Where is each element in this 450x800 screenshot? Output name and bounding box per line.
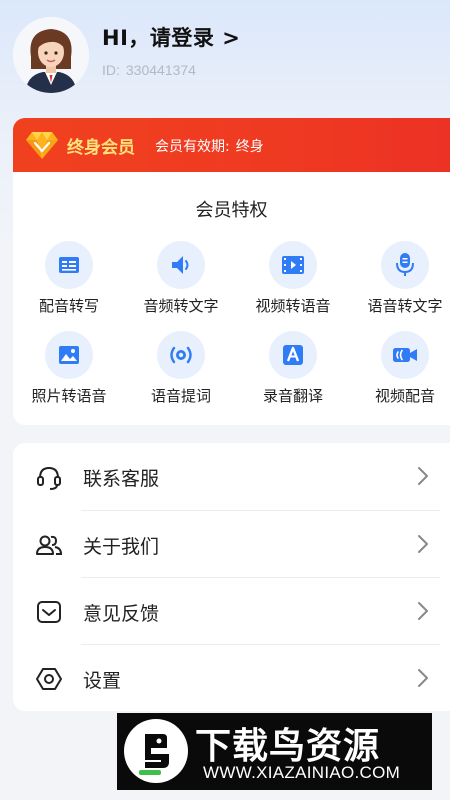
menu-item-label: 意见反馈: [83, 603, 160, 625]
translate-a-icon: [269, 331, 317, 379]
user-id: ID: 330441374: [102, 62, 196, 78]
avatar[interactable]: [13, 17, 89, 93]
privilege-label: 语音转文字: [367, 297, 443, 315]
menu-item-label: 设置: [83, 670, 122, 692]
privilege-audio-to-text[interactable]: 音频转文字: [125, 241, 237, 321]
settings-menu: 联系客服 关于我们 意见反馈 设置: [13, 443, 450, 711]
watermark-url: WWW.XIAZAINIAO.COM: [203, 763, 401, 782]
menu-item-feedback[interactable]: 意见反馈: [13, 578, 450, 645]
speaker-icon: [157, 241, 205, 289]
privilege-speech-to-text[interactable]: 语音转文字: [349, 241, 450, 321]
profile-header: HI，请登录 > ID: 330441374: [0, 0, 450, 110]
menu-item-label: 联系客服: [83, 468, 160, 490]
video-camera-icon: [381, 331, 429, 379]
headset-icon: [37, 466, 61, 490]
chevron-right-icon: [418, 669, 428, 687]
chevron-right-icon: [418, 602, 428, 620]
privilege-dubbing-transcribe[interactable]: 配音转写: [13, 241, 125, 321]
image-icon: [45, 331, 93, 379]
membership-banner[interactable]: 终身会员 会员有效期: 终身: [13, 118, 450, 172]
privilege-label: 语音提词: [150, 387, 211, 405]
membership-title: 终身会员: [67, 138, 135, 158]
membership-card: 终身会员 会员有效期: 终身 会员特权 配音转写 音频转文字 视频转语音 语音转…: [13, 118, 450, 425]
chevron-right-icon: [418, 535, 428, 553]
film-play-icon: [269, 241, 317, 289]
watermark-title: 下载鸟资源: [195, 726, 381, 767]
privilege-label: 配音转写: [38, 297, 99, 315]
menu-item-about-us[interactable]: 关于我们: [13, 511, 450, 578]
users-icon: [36, 535, 63, 555]
menu-item-label: 关于我们: [83, 536, 160, 558]
membership-validity: 会员有效期: 终身: [155, 136, 264, 156]
chevron-right-icon: [418, 467, 428, 485]
microphone-icon: [381, 241, 429, 289]
diamond-icon: [26, 132, 58, 159]
user-id-label: ID:: [102, 62, 120, 78]
privilege-photo-to-speech[interactable]: 照片转语音: [13, 331, 125, 411]
privilege-recording-translate[interactable]: 录音翻译: [237, 331, 349, 411]
login-prompt[interactable]: HI，请登录 >: [102, 22, 240, 52]
privileges-title: 会员特权: [195, 200, 268, 221]
privilege-video-to-audio[interactable]: 视频转语音: [237, 241, 349, 321]
privilege-label: 视频配音: [374, 387, 435, 405]
feedback-icon: [37, 601, 61, 623]
privilege-label: 录音翻译: [262, 387, 323, 405]
privilege-label: 音频转文字: [143, 297, 219, 315]
validity-label: 会员有效期:: [155, 139, 230, 155]
sound-wave-icon: [157, 331, 205, 379]
watermark-banner: 下载鸟资源 WWW.XIAZAINIAO.COM: [117, 713, 432, 790]
menu-item-customer-service[interactable]: 联系客服: [13, 443, 450, 510]
validity-value: 终身: [235, 139, 264, 155]
privilege-label: 照片转语音: [31, 387, 107, 405]
privilege-video-dubbing[interactable]: 视频配音: [349, 331, 450, 411]
menu-item-settings[interactable]: 设置: [13, 645, 450, 712]
settings-hexagon-icon: [36, 668, 62, 690]
text-card-icon: [45, 241, 93, 289]
privilege-label: 视频转语音: [255, 297, 331, 315]
privilege-teleprompter[interactable]: 语音提词: [125, 331, 237, 411]
bird-logo-icon: [124, 719, 188, 783]
user-id-value: 330441374: [125, 62, 196, 78]
